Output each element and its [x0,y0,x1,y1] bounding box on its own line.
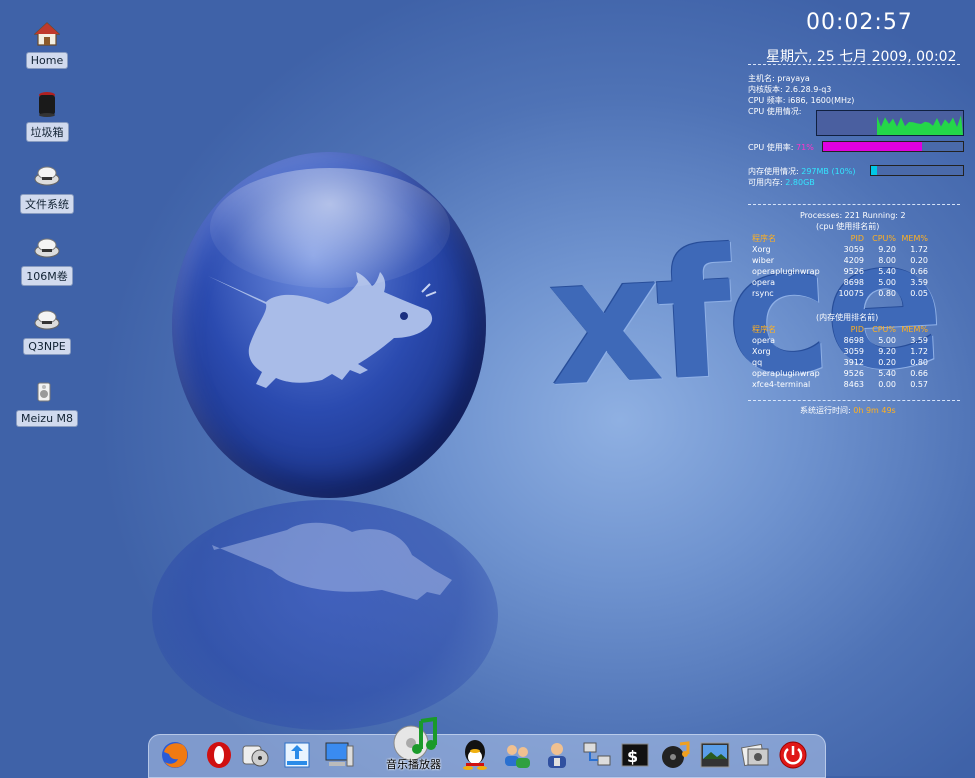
table-row: operapluginwrap 9526 5.40 0.66 [752,369,928,378]
table-row: Xorg 3059 9.20 1.72 [752,245,928,254]
processes-line: Processes: 221 Running: 2 [800,211,906,220]
user-admin-icon [548,743,566,768]
mouse-logo-icon [208,272,437,388]
qq-icon [463,740,487,770]
uptime-label: 系统运行时间: [800,406,854,415]
dock-item-photo-tool[interactable] [738,738,772,772]
date: 星期六, 25 七月 2009, 00:02 [766,49,957,65]
network-icon [583,742,611,766]
desktop-icon-label: Q3NPE [23,338,71,355]
cpu-rank-title: (cpu 使用排名前) [816,222,880,231]
drive-icon [33,162,61,190]
hostname-line: 主机名: prayaya [748,74,810,83]
power-icon [779,741,807,769]
desktop-icon-filesystem[interactable]: 文件系统 [20,162,74,214]
trash-icon [33,90,61,118]
mem-free-line: 可用内存: 2.80GB [748,177,815,188]
computer-icon [325,742,354,767]
image-viewer-icon [700,742,730,768]
mem-label: 内存使用情况: [748,167,802,176]
dock-item-audio-disc[interactable] [658,738,692,772]
dock-item-network[interactable] [580,738,614,772]
mem-rank-title: (内存使用排名前) [816,313,879,322]
table-row: xfce4-terminal 8463 0.00 0.57 [752,380,928,389]
photo-tool-icon [741,743,769,767]
cpu-rate-line: CPU 使用率: 71% [748,142,814,153]
drive-icon [33,306,61,334]
dock-item-opera[interactable] [202,738,236,772]
dock-item-computer[interactable] [322,738,356,772]
dock-item-user-admin[interactable] [540,738,574,772]
terminal-icon: $ [621,743,649,767]
cpu-usage-label: CPU 使用情况: [748,107,802,116]
divider [748,400,960,401]
divider [748,204,960,205]
home-icon [33,20,61,48]
clock: 00:02:57 [806,10,913,35]
mem-bar [870,165,964,176]
cpu-rate-label: CPU 使用率: [748,143,797,152]
desktop-icon-home[interactable]: Home [20,20,74,69]
dock-item-firefox[interactable] [158,738,192,772]
cpu-freq-line: CPU 频率: i686, 1600(MHz) [748,96,855,105]
dock-item-qq[interactable] [458,738,492,772]
dock-tooltip: 音乐播放器 [386,758,441,771]
divider [748,64,960,65]
desktop-icon-106m[interactable]: 106M卷 [20,234,74,286]
logo-reflection [152,500,498,730]
dock-item-media-tool[interactable] [238,738,272,772]
desktop-icon-trash[interactable]: 垃圾箱 [20,90,74,142]
desktop-icon-meizu[interactable]: Meizu M8 [15,378,79,427]
mem-process-table: 程序名 PID CPU% MEM% opera 8698 5.00 3.59 Xorg… [752,324,932,390]
desktop-icon-label: 106M卷 [21,266,73,286]
table-row: qq 3912 0.20 0.80 [752,358,928,367]
kernel-line: 内核版本: 2.6.28.9-q3 [748,85,832,94]
dock-item-terminal[interactable]: $ [618,738,652,772]
cpu-rate-bar [822,141,964,152]
uptime-value: 0h 9m 49s [853,406,896,415]
contacts-icon [505,745,530,768]
table-row: rsync 10075 0.80 0.05 [752,289,928,298]
desktop-icon-q3npe[interactable]: Q3NPE [20,306,74,355]
package-icon [284,742,310,768]
cpu-graph [816,110,964,136]
dock-item-power[interactable] [776,738,810,772]
cpu-rate-bar-fill [823,142,923,151]
dock-item-contacts[interactable] [500,738,534,772]
mem-free-value: 2.80GB [785,178,815,187]
table-row: wiber 4209 8.00 0.20 [752,256,928,265]
mem-free-label: 可用内存: [748,178,786,187]
mem-bar-fill [871,166,877,175]
desktop-icon-label: 文件系统 [20,194,74,214]
cpu-process-table: 程序名 PID CPU% MEM% Xorg 3059 9.20 1.72 wiber… [752,233,932,299]
dock-item-package[interactable] [280,738,314,772]
opera-icon [207,742,231,768]
drive-icon [33,234,61,262]
table-header-row: 程序名 PID CPU% MEM% [752,325,928,334]
media-tool-icon [242,745,269,767]
desktop-icon-label: 垃圾箱 [25,122,69,142]
mem-line: 内存使用情况: 297MB (10%) [748,166,855,177]
desktop-icon-label: Meizu M8 [15,410,79,427]
svg-text:$: $ [627,747,638,766]
table-row: Xorg 3059 9.20 1.72 [752,347,928,356]
table-row: opera 8698 5.00 3.59 [752,278,928,287]
table-row: operapluginwrap 9526 5.40 0.66 [752,267,928,276]
audio-disc-icon [662,741,690,768]
dock-item-image-viewer[interactable] [698,738,732,772]
desktop-icon-label: Home [25,52,69,69]
logo-highlight [210,168,450,288]
table-row: opera 8698 5.00 3.59 [752,336,928,345]
mem-value: 297MB (10%) [801,167,856,176]
table-header-row: 程序名 PID CPU% MEM% [752,234,928,243]
firefox-icon [162,742,188,768]
cpu-rate-value: 71% [796,143,814,152]
speaker-icon [33,378,61,406]
uptime-line: 系统运行时间: 0h 9m 49s [800,405,896,416]
